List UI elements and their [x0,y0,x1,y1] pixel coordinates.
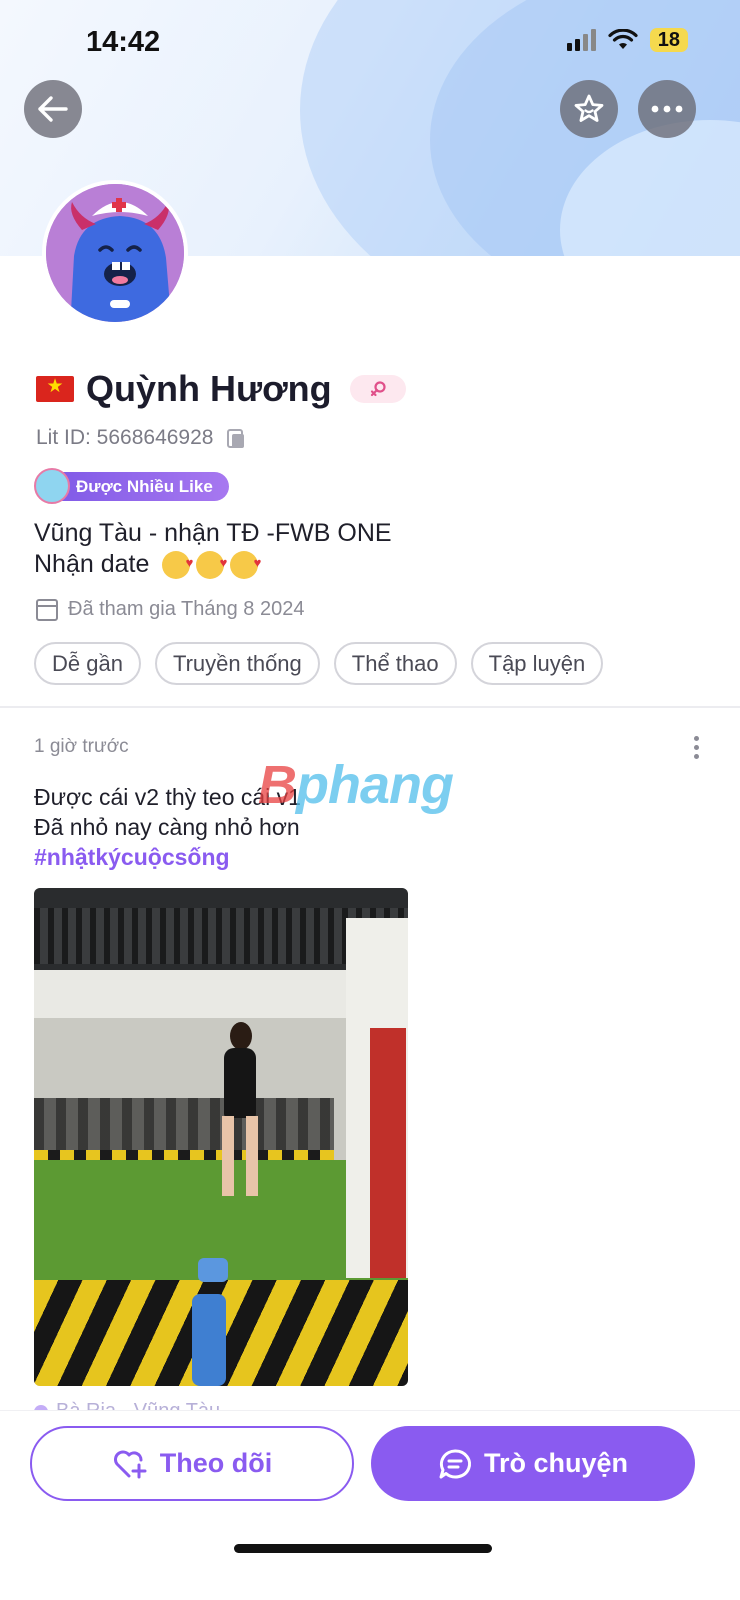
watermark: Bphang [258,754,454,816]
lit-id-row: Lit ID: 5668646928 [36,426,245,450]
gender-badge [349,375,406,403]
back-arrow-icon [38,96,68,122]
favorite-button[interactable] [560,80,618,138]
post-line: Đã nhỏ nay càng nhỏ hơn [34,814,300,840]
avatar[interactable] [42,180,188,326]
photo-foam-roller [198,1258,228,1282]
bio-line-with-emoji: Nhận date [34,547,392,580]
profile-name: Quỳnh Hương [86,368,332,409]
star-icon [574,94,604,122]
bio-line: Vũng Tàu - nhận TĐ -FWB ONE [34,519,392,547]
back-button[interactable] [24,80,82,138]
kiss-emoji-group [162,547,261,580]
photo-foam-roller [192,1294,226,1386]
popularity-badge[interactable]: Được Nhiều Like [34,468,229,504]
post-timestamp: 1 giờ trước [34,736,129,757]
home-indicator [234,1544,492,1553]
kissing-heart-emoji-icon [162,547,193,580]
interest-tag[interactable]: Dễ gần [34,642,141,685]
photo-red-bands [370,1028,406,1278]
photo-person-head [230,1022,252,1050]
interest-tag[interactable]: Truyền thống [154,642,320,685]
watermark-rest: phang [296,755,454,815]
joined-date-row: Đã tham gia Tháng 8 2024 [36,598,304,621]
chat-button[interactable]: Trò chuyện [371,1426,695,1501]
interest-tag[interactable]: Thể thao [333,642,457,685]
profile-name-row: Quỳnh Hương [36,368,406,410]
female-icon [370,381,386,397]
post-hashtag[interactable]: #nhậtkýcuộcsống [34,842,301,872]
lit-id-text: Lit ID: 5668646928 [36,426,214,449]
monster-avatar-icon [46,184,184,322]
post-more-button[interactable] [694,736,700,759]
copy-icon[interactable] [227,428,245,448]
kissing-heart-emoji-icon [230,547,261,580]
interest-tags: Dễ gần Truyền thống Thể thao Tập luyện [34,642,604,685]
bio-line: Nhận date [34,550,150,578]
section-divider [0,706,740,708]
vietnam-flag-icon [36,375,74,402]
heart-plus-icon [113,1450,147,1478]
badge-mascot-icon [34,468,70,504]
chat-label: Trò chuyện [483,1448,629,1478]
kissing-heart-emoji-icon [196,547,227,580]
status-time: 14:42 [86,26,161,58]
wifi-icon [608,29,638,49]
chat-bubble-icon [439,1448,471,1478]
more-button[interactable] [638,80,696,138]
follow-button[interactable]: Theo dõi [30,1426,354,1501]
status-icons: 18 [566,28,688,52]
profile-bio: Vũng Tàu - nhận TĐ -FWB ONE Nhận date [34,518,392,580]
follow-label: Theo dõi [159,1448,273,1478]
badge-label: Được Nhiều Like [76,476,213,496]
watermark-first-letter: B [258,755,297,815]
cellular-signal-icon [566,29,596,51]
more-dots-icon [651,105,683,113]
joined-date-text: Đã tham gia Tháng 8 2024 [68,598,305,620]
photo-person-legs [222,1116,258,1196]
battery-indicator: 18 [649,28,688,52]
photo-person-body [224,1048,256,1118]
interest-tag[interactable]: Tập luyện [470,642,604,685]
post-photo[interactable] [34,888,408,1386]
calendar-icon [36,598,58,621]
